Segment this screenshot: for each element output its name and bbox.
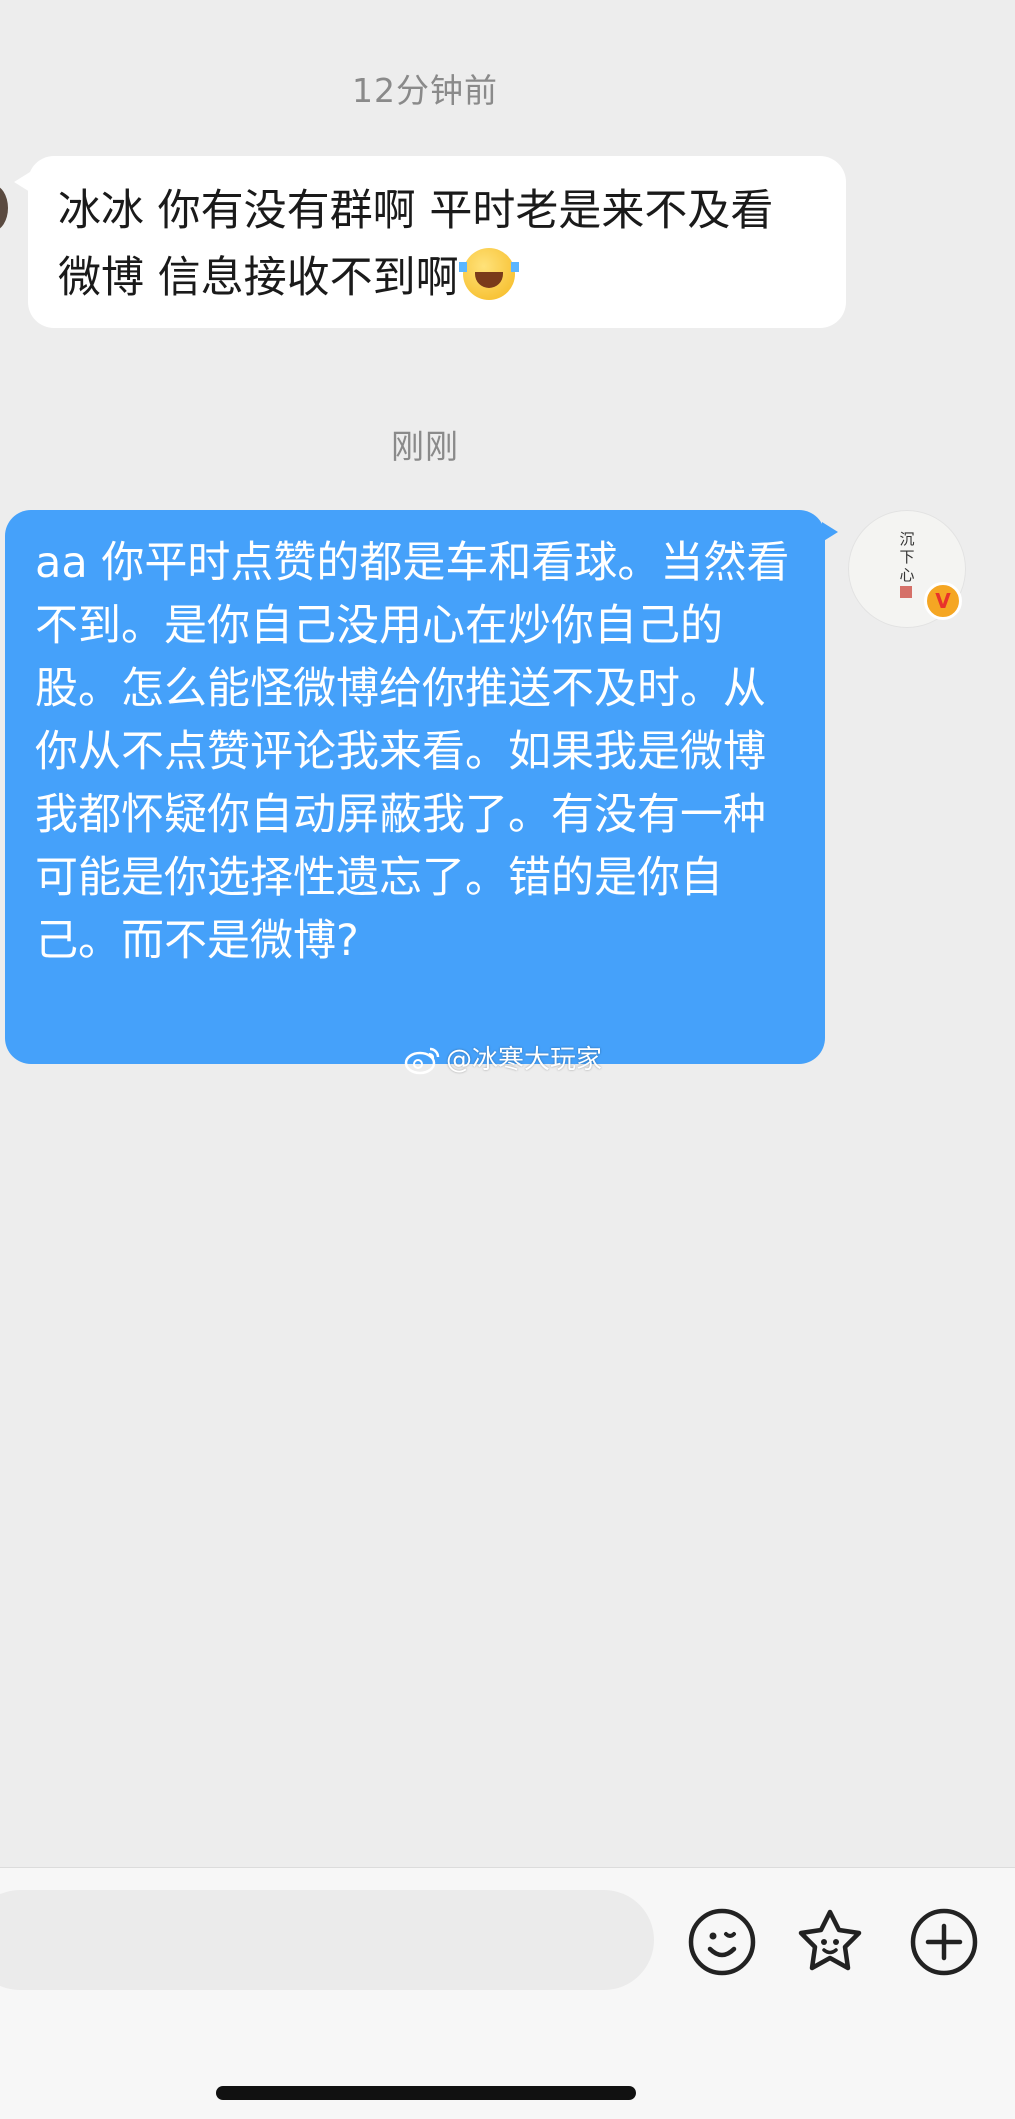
watermark: @冰寒大玩家 (404, 1042, 602, 1078)
sticker-icon[interactable] (794, 1906, 866, 1978)
sent-message-bubble[interactable]: aa 你平时点赞的都是车和看球。当然看不到。是你自己没用心在炒你自己的股。怎么能… (5, 510, 825, 1064)
emoji-icon[interactable] (686, 1906, 758, 1978)
watermark-text: @冰寒大玩家 (446, 1045, 603, 1075)
avatar-calligraphy: 沉下心 (899, 530, 915, 584)
message-timestamp: 12分钟前 (352, 71, 498, 110)
message-timestamp: 刚刚 (391, 427, 459, 466)
sent-message-text: aa 你平时点赞的都是车和看球。当然看不到。是你自己没用心在炒你自己的股。怎么能… (35, 538, 790, 966)
laughing-with-tears-emoji-icon (458, 248, 519, 300)
home-indicator[interactable] (216, 2086, 636, 2100)
plus-icon[interactable] (908, 1906, 980, 1978)
bubble-tail (822, 522, 838, 542)
verified-badge-icon: V (924, 582, 962, 620)
received-message-text: 冰冰 你有没有群啊 平时老是来不及看微博 信息接收不到啊 (58, 186, 774, 303)
seal-stamp-icon (900, 586, 912, 598)
self-avatar[interactable]: 沉下心 V (848, 510, 966, 628)
received-message-bubble[interactable]: 冰冰 你有没有群啊 平时老是来不及看微博 信息接收不到啊 (28, 156, 846, 328)
sender-avatar[interactable] (0, 185, 8, 231)
input-bar (0, 1867, 1015, 2119)
message-input[interactable] (0, 1890, 654, 1990)
weibo-logo-icon (404, 1047, 440, 1075)
